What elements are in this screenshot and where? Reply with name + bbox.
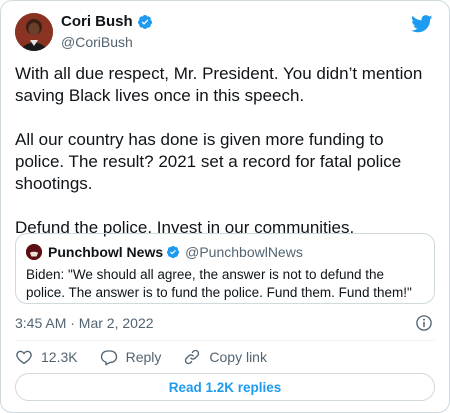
- heart-icon: [16, 350, 32, 365]
- like-count: 12.3K: [41, 349, 78, 365]
- verified-badge-icon: [137, 15, 152, 29]
- info-icon[interactable]: [415, 314, 433, 332]
- reply-label: Reply: [125, 349, 162, 365]
- quoted-tweet-text: Biden: "We should all agree, the answer …: [26, 267, 412, 300]
- tweet-paragraph-1: With all due respect, Mr. President. You…: [15, 64, 423, 105]
- author-avatar[interactable]: [15, 13, 53, 51]
- link-icon: [185, 349, 200, 365]
- quoted-avatar: [26, 244, 42, 260]
- author-name-row: Cori Bush: [61, 13, 153, 31]
- tweet-paragraph-2: All our country has done is given more f…: [15, 130, 402, 193]
- reply-button[interactable]: Reply: [100, 348, 162, 366]
- copy-link-button[interactable]: Copy link: [183, 348, 267, 366]
- read-replies-button[interactable]: Read 1.2K replies: [15, 373, 435, 401]
- divider: [15, 340, 435, 341]
- quoted-tweet[interactable]: Punchbowl News @PunchbowlNews Biden: "We…: [15, 233, 435, 304]
- twitter-logo-icon[interactable]: [411, 15, 433, 33]
- tweet-text: With all due respect, Mr. President. You…: [15, 63, 437, 239]
- quoted-author-handle: @PunchbowlNews: [185, 244, 303, 260]
- author-name[interactable]: Cori Bush: [61, 13, 133, 31]
- tweet-actions: 12.3K Reply Copy link: [15, 348, 289, 366]
- tweet-card: Cori Bush @CoriBush With all due respect…: [0, 0, 450, 413]
- tweet-timestamp[interactable]: 3:45 AM · Mar 2, 2022: [15, 315, 154, 331]
- reply-bubble-icon: [100, 350, 117, 366]
- quoted-tweet-header: Punchbowl News @PunchbowlNews: [26, 244, 303, 260]
- author-handle[interactable]: @CoriBush: [61, 34, 133, 50]
- quoted-verified-badge-icon: [166, 245, 180, 259]
- quoted-author-name: Punchbowl News: [48, 244, 164, 260]
- like-button[interactable]: 12.3K: [15, 348, 78, 366]
- copy-link-label: Copy link: [209, 349, 267, 365]
